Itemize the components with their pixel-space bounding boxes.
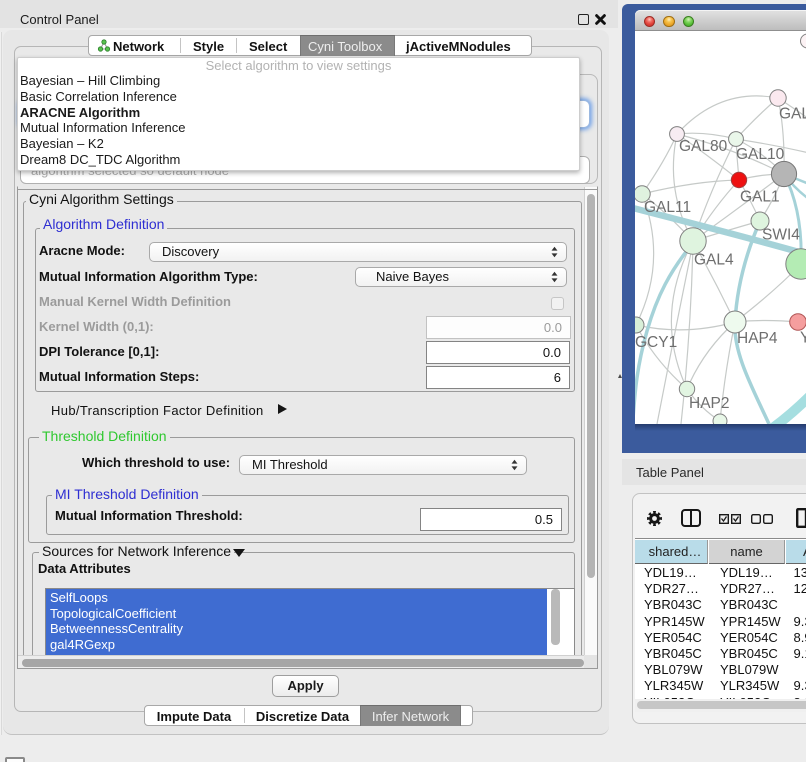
svg-text:GAL11: GAL11 (644, 199, 691, 216)
svg-text:HAP2: HAP2 (689, 395, 730, 412)
svg-text:GAL80: GAL80 (679, 138, 728, 155)
svg-text:GAL1: GAL1 (740, 189, 780, 206)
svg-text:GCY1: GCY1 (635, 334, 677, 351)
svg-text:HAP4: HAP4 (737, 330, 778, 347)
svg-text:SWI4: SWI4 (762, 227, 800, 244)
svg-text:GAL10: GAL10 (736, 146, 785, 163)
svg-text:GAL4: GAL4 (694, 252, 734, 269)
svg-text:YBR1: YBR1 (800, 330, 806, 347)
svg-text:GAL2: GAL2 (779, 106, 806, 123)
